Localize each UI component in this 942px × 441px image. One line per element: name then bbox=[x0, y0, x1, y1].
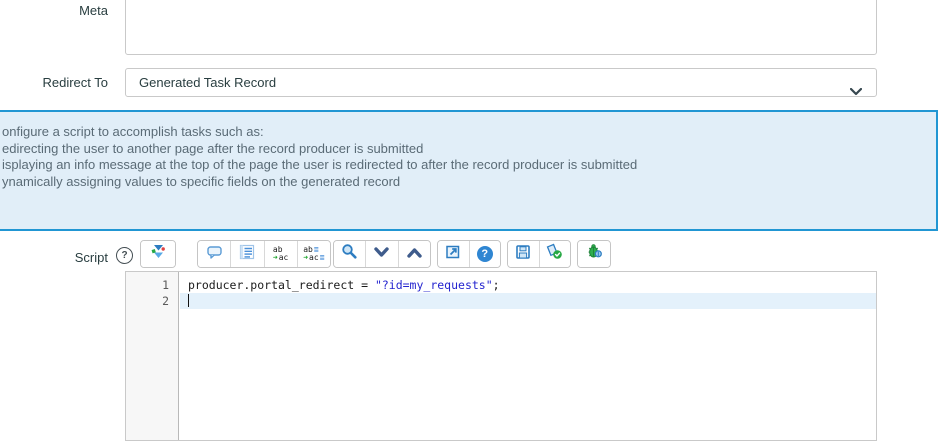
code-area[interactable]: producer.portal_redirect = "?id=my_reque… bbox=[180, 272, 876, 440]
debug-button[interactable] bbox=[578, 241, 610, 267]
chevron-down-icon bbox=[374, 245, 389, 263]
save-button[interactable] bbox=[508, 241, 539, 267]
text-cursor bbox=[188, 294, 189, 307]
toolbar-group-debug bbox=[577, 240, 611, 268]
help-icon: ? bbox=[477, 246, 493, 262]
search-button[interactable] bbox=[334, 241, 365, 267]
popout-icon bbox=[445, 244, 461, 265]
green-arrow-icon: ➜ bbox=[303, 254, 308, 262]
code-line-active bbox=[180, 293, 876, 309]
chevron-up-icon bbox=[407, 245, 422, 263]
toolbar-group-search bbox=[333, 240, 431, 268]
redirect-to-select[interactable]: Generated Task Record bbox=[125, 68, 877, 97]
toolbar-group-window: ? bbox=[437, 240, 501, 268]
replace-all-button[interactable]: ab≣ ➜ac≣ bbox=[297, 241, 330, 267]
format-code-button[interactable] bbox=[230, 241, 263, 267]
syntax-editor-icon bbox=[150, 243, 167, 265]
find-next-button[interactable] bbox=[365, 241, 397, 267]
redirect-to-label: Redirect To bbox=[0, 75, 108, 90]
lines-icon: ≣ bbox=[320, 254, 325, 262]
find-previous-button[interactable] bbox=[398, 241, 430, 267]
info-line: edirecting the user to another page afte… bbox=[2, 141, 936, 158]
save-icon bbox=[515, 244, 531, 265]
script-editor[interactable]: 1 2 producer.portal_redirect = "?id=my_r… bbox=[125, 271, 877, 441]
info-line: isplaying an info message at the top of … bbox=[2, 157, 936, 174]
script-field-label: Script bbox=[0, 250, 108, 265]
redirect-to-selected-value: Generated Task Record bbox=[139, 75, 276, 90]
info-banner: onfigure a script to accomplish tasks su… bbox=[0, 110, 938, 231]
syntax-check-icon bbox=[546, 243, 563, 265]
bug-icon bbox=[586, 243, 603, 265]
info-line: onfigure a script to accomplish tasks su… bbox=[2, 124, 936, 141]
line-number: 2 bbox=[126, 293, 178, 309]
toolbar-group-edit: ab ➜ac ab≣ ➜ac≣ bbox=[197, 240, 331, 268]
replace-all-icon: ab≣ ➜ac≣ bbox=[303, 246, 324, 262]
toolbar-group-syntax bbox=[140, 240, 176, 268]
replace-icon: ab ➜ac bbox=[273, 246, 288, 262]
meta-textarea[interactable] bbox=[125, 0, 877, 55]
line-number: 1 bbox=[126, 277, 178, 293]
search-icon bbox=[341, 243, 358, 265]
format-code-icon bbox=[239, 244, 255, 265]
open-in-new-window-button[interactable] bbox=[438, 241, 469, 267]
comment-button[interactable] bbox=[198, 241, 230, 267]
toolbar-group-save bbox=[507, 240, 571, 268]
editor-gutter: 1 2 bbox=[126, 272, 179, 440]
replace-button[interactable]: ab ➜ac bbox=[264, 241, 297, 267]
comment-icon bbox=[206, 244, 223, 265]
script-help-icon[interactable]: ? bbox=[116, 247, 133, 264]
syntax-check-button[interactable] bbox=[539, 241, 571, 267]
green-arrow-icon: ➜ bbox=[273, 254, 278, 262]
meta-field-label: Meta bbox=[0, 3, 108, 18]
chevron-down-icon bbox=[850, 78, 862, 105]
info-line: ynamically assigning values to specific … bbox=[2, 174, 936, 191]
syntax-editor-toggle-button[interactable] bbox=[141, 241, 175, 267]
code-line: producer.portal_redirect = "?id=my_reque… bbox=[180, 277, 876, 293]
code-string-literal: "?id=my_requests" bbox=[375, 278, 493, 292]
help-button[interactable]: ? bbox=[469, 241, 501, 267]
